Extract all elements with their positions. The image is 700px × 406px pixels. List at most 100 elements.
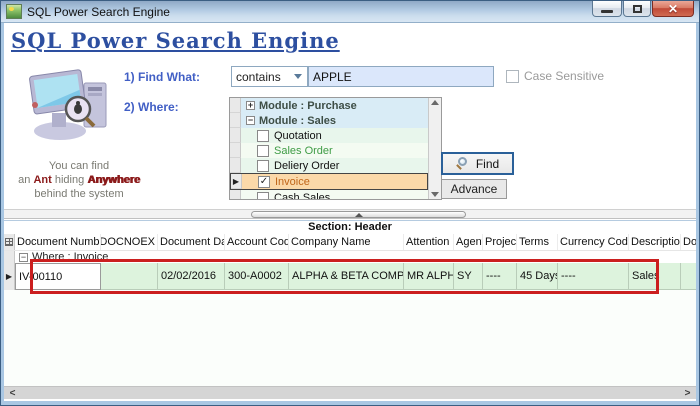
where-tree-panel: + Module : Purchase − Module : Sales Quo… [229, 97, 442, 200]
column-header[interactable]: Description [629, 234, 681, 250]
page-title: SQL Power Search Engine [11, 28, 340, 53]
collapse-icon[interactable]: − [19, 253, 28, 262]
minimize-icon [601, 10, 613, 13]
tree-item-deliery-order[interactable]: Deliery Order [230, 158, 428, 173]
splitter[interactable] [4, 209, 696, 219]
search-icon [456, 157, 470, 171]
column-header[interactable]: Agent [454, 234, 483, 250]
group-row-where-invoice[interactable]: − Where : Invoice [4, 251, 696, 263]
cell-project[interactable]: ---- [483, 263, 517, 290]
column-header[interactable]: Attention [404, 234, 454, 250]
find-button[interactable]: Find [441, 152, 514, 175]
tree-item-sales-order[interactable]: Sales Order [230, 143, 428, 158]
caption-line1: You can find [49, 160, 109, 172]
collapse-icon[interactable]: − [246, 116, 255, 125]
column-header[interactable]: DOCNOEX [101, 234, 158, 250]
tree-scrollbar[interactable] [428, 98, 441, 199]
caption-anywhere: Anywhere [87, 174, 140, 186]
grid-column-headers: Document Number DOCNOEX Document Date Ac… [4, 234, 696, 251]
tree-item-cash-sales[interactable]: Cash Sales [230, 190, 428, 199]
group-row-label: Where : Invoice [32, 251, 108, 263]
tree-item-quotation[interactable]: Quotation [230, 128, 428, 143]
column-header[interactable]: Terms [517, 234, 558, 250]
grid-icon [5, 238, 13, 246]
cell-currency-code[interactable]: ---- [558, 263, 629, 290]
row-selector [230, 190, 241, 199]
checkbox-icon[interactable] [257, 130, 269, 142]
cell-description[interactable]: Sales [629, 263, 681, 290]
column-header[interactable]: Account Code [225, 234, 289, 250]
splitter-handle[interactable] [251, 211, 466, 218]
app-icon [6, 4, 22, 19]
scroll-up-icon[interactable] [431, 100, 439, 105]
checkbox-checked-icon[interactable]: ✓ [258, 176, 270, 188]
expand-icon[interactable]: + [246, 101, 255, 110]
caption-line2-pre: an [18, 174, 33, 186]
row-selector [230, 158, 241, 173]
tree-group-module-sales[interactable]: − Module : Sales [230, 113, 428, 128]
results-grid: Section: Header Document Number DOCNOEX … [4, 220, 696, 386]
advance-button-label: Advance [451, 182, 498, 196]
case-sensitive-checkbox[interactable] [506, 70, 519, 83]
column-header[interactable]: Docu [681, 234, 696, 250]
scroll-down-icon[interactable] [431, 192, 439, 197]
cell-docu[interactable] [681, 263, 696, 290]
scroll-right-icon[interactable]: > [679, 387, 696, 399]
column-header[interactable]: Currency Code [558, 234, 629, 250]
cell-company-name[interactable]: ALPHA & BETA COMPUTER [289, 263, 404, 290]
tree-group-module-purchase[interactable]: + Module : Purchase [230, 98, 428, 113]
close-button[interactable]: ✕ [652, 0, 694, 17]
grid-corner-cell[interactable] [4, 234, 15, 250]
maximize-icon [633, 5, 642, 13]
tree-item-invoice[interactable]: ▶ ✓ Invoice [230, 173, 428, 190]
client-area: SQL Power Search Engine You can find [4, 23, 696, 401]
cell-attention[interactable]: MR ALPHA [404, 263, 454, 290]
cell-agent[interactable]: SY [454, 263, 483, 290]
computer-illustration [22, 65, 122, 145]
close-icon: ✕ [668, 2, 678, 16]
column-header[interactable]: Document Number [15, 234, 101, 250]
caption-line3: behind the system [34, 188, 123, 200]
column-header[interactable]: Document Date [158, 234, 225, 250]
caption-ant: Ant [33, 174, 51, 186]
advance-button[interactable]: Advance [441, 179, 507, 199]
case-sensitive-option[interactable]: Case Sensitive [506, 69, 604, 83]
cell-docnoex[interactable] [101, 263, 158, 290]
cell-account-code[interactable]: 300-A0002 [225, 263, 289, 290]
column-header[interactable]: Project [483, 234, 517, 250]
operator-select[interactable]: contains [231, 66, 308, 87]
cell-document-number[interactable]: IV-00110 [15, 263, 101, 290]
cell-terms[interactable]: 45 Days [517, 263, 558, 290]
tree-group-label: Module : Sales [259, 115, 336, 127]
tree-item-label: Deliery Order [274, 160, 339, 172]
case-sensitive-label: Case Sensitive [524, 69, 604, 83]
mascot-caption: You can find an Ant hiding Anywhere behi… [4, 159, 154, 201]
cell-document-date[interactable]: 02/02/2016 [158, 263, 225, 290]
maximize-button[interactable] [623, 0, 651, 17]
checkbox-icon[interactable] [257, 160, 269, 172]
checkbox-icon[interactable] [257, 145, 269, 157]
column-header[interactable]: Company Name [289, 234, 404, 250]
tree-item-label: Cash Sales [274, 192, 330, 200]
tree-item-label: Quotation [274, 130, 322, 142]
table-row[interactable]: ▶ IV-00110 02/02/2016 300-A0002 ALPHA & … [4, 263, 696, 290]
row-selector [230, 113, 241, 128]
scroll-left-icon[interactable]: < [4, 387, 21, 399]
find-button-label: Find [476, 157, 499, 171]
checkbox-icon[interactable] [257, 192, 269, 200]
row-selector [230, 143, 241, 158]
operator-value: contains [236, 70, 281, 84]
row-selector [4, 251, 15, 263]
collapse-up-icon [355, 213, 363, 217]
minimize-button[interactable] [592, 0, 622, 17]
chevron-down-icon [294, 74, 302, 79]
app-window: SQL Power Search Engine ✕ SQL Power Sear… [0, 0, 700, 406]
row-selector [230, 128, 241, 143]
caption-line2-mid: hiding [52, 174, 87, 186]
titlebar[interactable]: SQL Power Search Engine ✕ [1, 1, 699, 23]
find-what-label: 1) Find What: [124, 70, 200, 84]
horizontal-scrollbar[interactable]: < > [4, 386, 696, 399]
row-selector [230, 98, 241, 113]
current-row-marker-icon: ▶ [4, 263, 15, 290]
search-input[interactable] [308, 66, 494, 87]
